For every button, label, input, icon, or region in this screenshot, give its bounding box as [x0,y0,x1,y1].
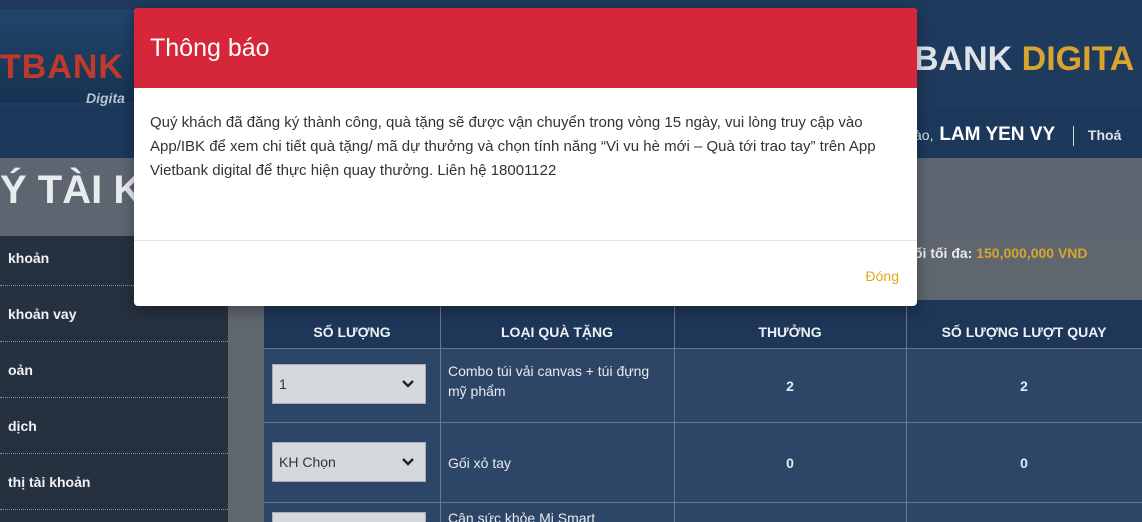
table-cell-points: 0 [674,422,906,502]
nav-separator [1073,126,1075,147]
quantity-select-value: 1 [279,376,287,392]
table-cell-gift: Combo túi vải canvas + túi đựng mỹ phẩm [440,348,674,422]
sidebar-item-transaction[interactable]: dịch [0,404,228,454]
sidebar-item-label: khoản vay [8,306,77,322]
dialog-header: Thông báo [134,8,917,88]
dialog-title: Thông báo [150,34,270,62]
limit-label: ối tối đa: [914,245,977,261]
dialog-message: Quý khách đã đăng ký thành công, quà tặn… [150,114,876,179]
sidebar-item-label: khoản [8,250,50,266]
table-column-divider [440,300,441,522]
table-cell-spins: 2 [906,348,1142,422]
quantity-select[interactable]: 1 [272,364,426,404]
chevron-down-icon [402,380,414,388]
table-cell-spins [906,502,1142,522]
quantity-select[interactable] [272,512,426,522]
chevron-down-icon [402,458,414,466]
table-cell-points: 2 [674,348,906,422]
close-button[interactable]: Đóng [866,268,899,284]
limit-amount: 150,000,000 VND [976,245,1088,261]
sidebar-item-transfer[interactable]: oản [0,348,228,398]
dialog-divider [134,240,917,241]
sidebar-item-label: dịch [8,418,37,434]
brand-title-accent: DIGITA [1021,40,1135,78]
quantity-select[interactable]: KH Chọn [272,442,426,482]
user-greeting: ào, LAM YEN VY Thoá [914,124,1121,147]
table-column-divider [674,300,675,522]
logout-link[interactable]: Thoá [1088,127,1121,143]
table-cell-points [674,502,906,522]
table-header-gift-type: LOẠI QUÀ TẶNG [440,300,674,348]
table-header-quantity: SỐ LƯỢNG [264,300,440,348]
table-header-points: THƯỞNG [674,300,906,348]
quantity-select-value: KH Chọn [279,454,336,470]
brand-title-main: BANK [914,40,1022,78]
table-cell-spins: 0 [906,422,1142,502]
brand-title: BANK DIGITA [914,40,1134,79]
sidebar-item-account-display[interactable]: thị tài khoản [0,460,228,510]
limit-info: ối tối đa: 150,000,000 VND [914,245,1088,261]
vietbank-logo[interactable]: TBANK Digita [0,10,145,106]
notification-dialog: Thông báo Quý khách đã đăng ký thành côn… [134,8,917,306]
user-name: LAM YEN VY [939,124,1056,145]
sidebar-item-label: thị tài khoản [8,474,91,490]
sidebar-item-label: oản [8,362,33,378]
logo-subtext: Digita [86,90,125,106]
table-cell-gift: Cân sức khỏe Mi Smart [440,502,674,522]
table-header-spins: SỐ LƯỢNG LƯỢT QUAY [906,300,1142,348]
table-cell-gift: Gối xỏ tay [440,422,674,502]
logo-text: TBANK [0,48,124,86]
table-column-divider [906,300,907,522]
